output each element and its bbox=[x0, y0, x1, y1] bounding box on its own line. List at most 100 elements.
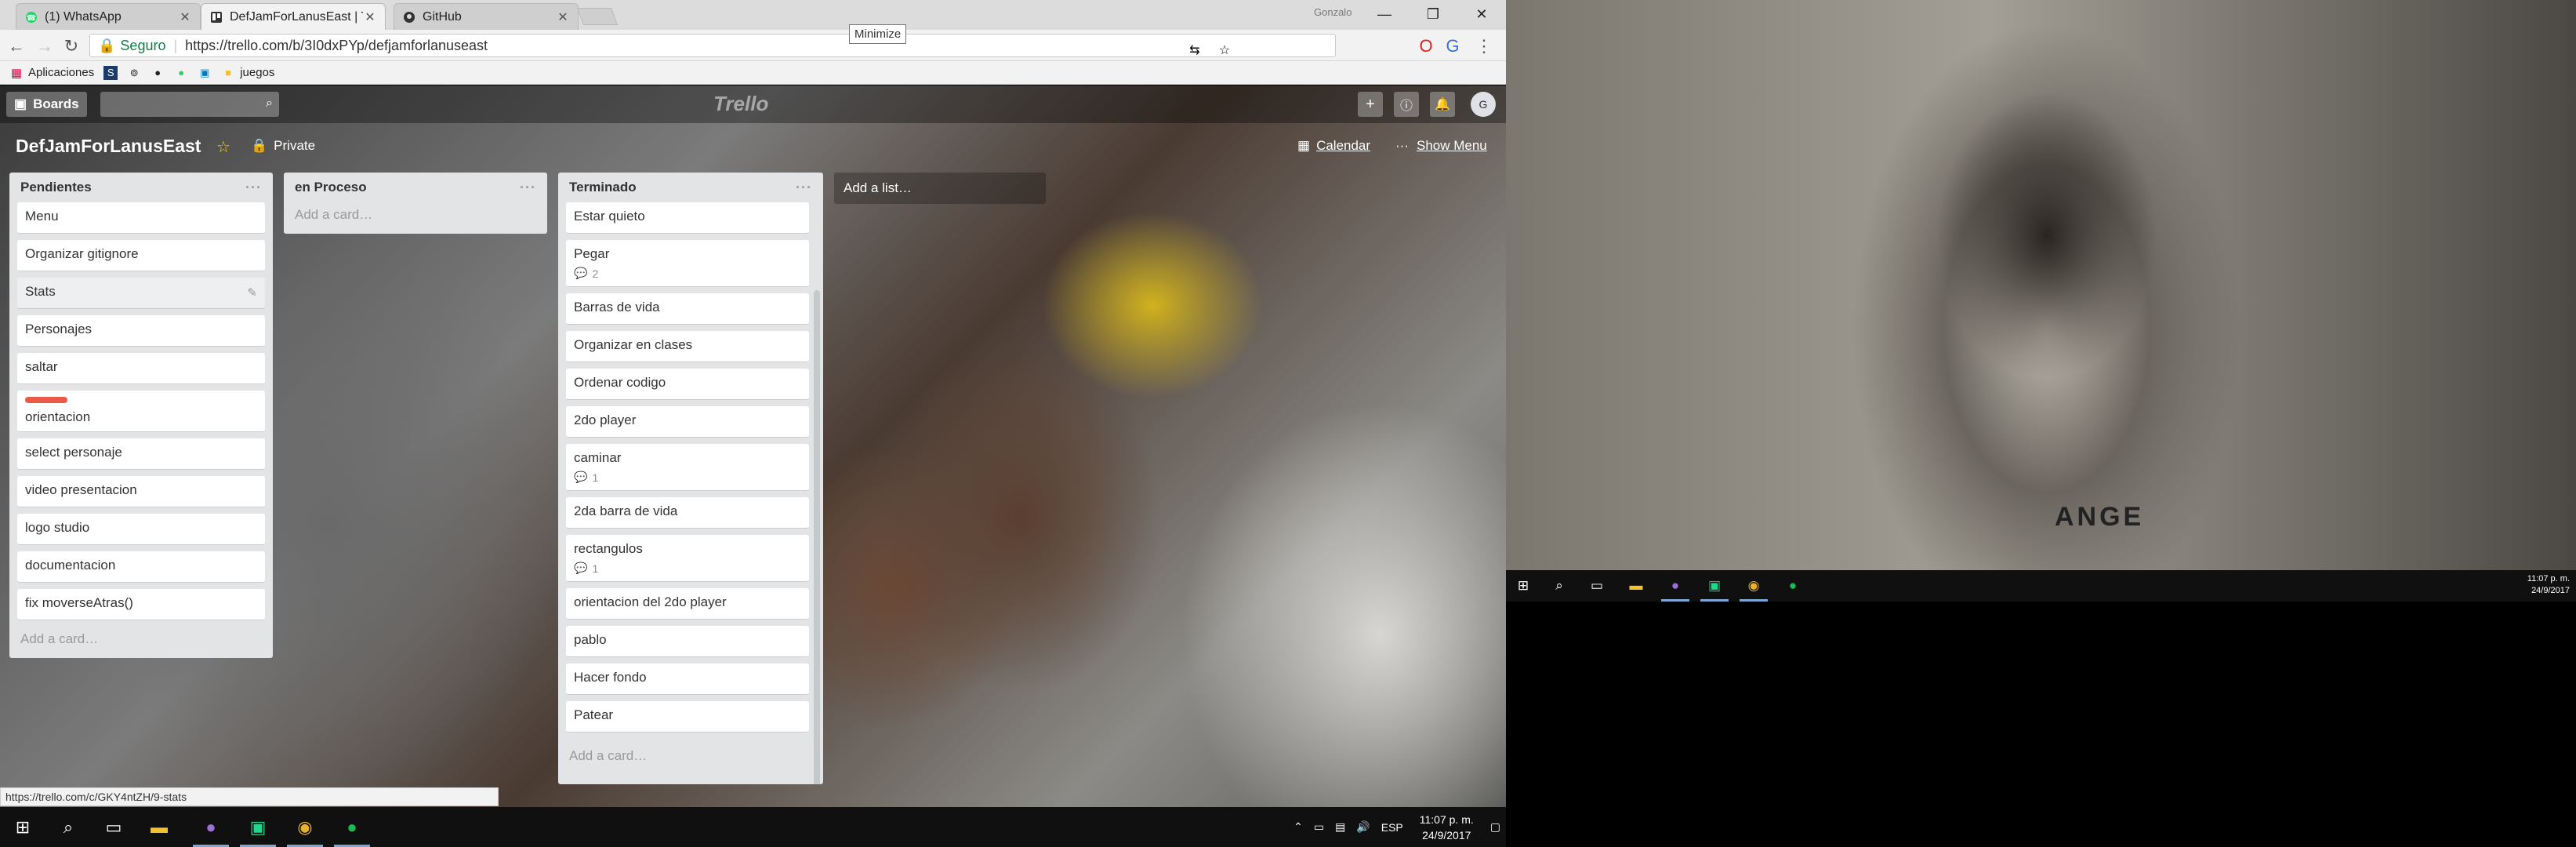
add-list-button[interactable]: Add a list… bbox=[834, 173, 1046, 204]
bookmark-github[interactable]: ● bbox=[151, 66, 165, 80]
board-title[interactable]: DefJamForLanusEast bbox=[16, 136, 201, 157]
list-title[interactable]: en Proceso bbox=[295, 180, 367, 195]
tab-trello[interactable]: DefJamForLanusEast | Tr ✕ bbox=[201, 3, 386, 30]
profile-name[interactable]: Gonzalo bbox=[1314, 6, 1351, 18]
tab-whatsapp[interactable]: ☎ (1) WhatsApp ✕ bbox=[16, 3, 201, 30]
restore-button[interactable]: ❐ bbox=[1409, 0, 1457, 28]
edit-pencil-icon[interactable]: ✎ bbox=[247, 285, 257, 300]
bookmark-whatsapp[interactable]: ● bbox=[174, 66, 188, 80]
card[interactable]: documentacion bbox=[17, 551, 265, 583]
bookmark-apps[interactable]: ▦ Aplicaciones bbox=[9, 66, 94, 80]
bookmark-item[interactable]: S bbox=[103, 65, 118, 80]
tab-github[interactable]: GitHub ✕ bbox=[394, 3, 579, 30]
card[interactable]: logo studio bbox=[17, 514, 265, 545]
add-card-link[interactable]: Add a card… bbox=[17, 627, 265, 652]
card[interactable]: select personaje bbox=[17, 438, 265, 470]
pycharm-icon[interactable]: ▣ bbox=[1697, 570, 1732, 602]
forward-arrow-icon[interactable]: → bbox=[34, 36, 55, 56]
secondary-clock[interactable]: 11:07 p. m. 24/9/2017 bbox=[2527, 573, 2570, 597]
task-view-icon[interactable]: ▭ bbox=[91, 807, 136, 847]
card[interactable]: Organizar gitignore bbox=[17, 240, 265, 271]
minimize-button[interactable]: — bbox=[1360, 0, 1409, 28]
translate-extension-icon[interactable]: G bbox=[1442, 36, 1463, 56]
spotify-icon[interactable]: ● bbox=[329, 807, 375, 847]
card[interactable]: Pegar 💬 2 bbox=[566, 240, 809, 287]
chrome-icon[interactable]: ◉ bbox=[1736, 570, 1771, 602]
card[interactable]: Personajes bbox=[17, 315, 265, 347]
pycharm-icon[interactable]: ▣ bbox=[235, 807, 281, 847]
opera-extension-icon[interactable]: O bbox=[1416, 36, 1436, 56]
chevron-up-icon[interactable]: ⌃ bbox=[1293, 820, 1303, 834]
clock[interactable]: 11:07 p. m. 24/9/2017 bbox=[1420, 812, 1474, 843]
network-icon[interactable]: ▤ bbox=[1335, 820, 1345, 834]
add-button[interactable]: + bbox=[1358, 92, 1383, 117]
avatar[interactable]: G bbox=[1471, 92, 1496, 117]
close-tab-icon[interactable]: ✕ bbox=[363, 9, 377, 25]
card[interactable]: Estar quieto bbox=[566, 202, 809, 234]
card[interactable]: 2da barra de vida bbox=[566, 497, 809, 529]
battery-icon[interactable]: ▭ bbox=[1314, 820, 1324, 834]
privacy-button[interactable]: 🔒 Private bbox=[251, 138, 315, 154]
list-scrollbar[interactable] bbox=[814, 290, 820, 784]
card[interactable]: Stats ✎ bbox=[17, 278, 265, 309]
windows-start-icon[interactable]: ⊞ bbox=[1506, 570, 1540, 602]
volume-icon[interactable]: 🔊 bbox=[1356, 820, 1370, 834]
card[interactable]: Patear bbox=[566, 701, 809, 732]
card[interactable]: Ordenar codigo bbox=[566, 369, 809, 400]
bookmark-folder-juegos[interactable]: ■ juegos bbox=[221, 66, 274, 80]
task-view-icon[interactable]: ▭ bbox=[1580, 570, 1614, 602]
notification-icon[interactable]: ▢ bbox=[1490, 820, 1500, 834]
add-card-link[interactable]: Add a card… bbox=[292, 202, 539, 227]
card[interactable]: fix moverseAtras() bbox=[17, 589, 265, 620]
info-icon[interactable]: ⓘ bbox=[1394, 92, 1419, 117]
bell-icon[interactable]: 🔔 bbox=[1430, 92, 1455, 117]
board-search-input[interactable]: ⌕ bbox=[100, 92, 279, 117]
boards-button[interactable]: ▣ Boards bbox=[6, 92, 87, 117]
file-explorer-icon[interactable]: ▬ bbox=[1619, 570, 1653, 602]
card[interactable]: Organizar en clases bbox=[566, 331, 809, 362]
github-desktop-icon[interactable]: ● bbox=[1658, 570, 1693, 602]
star-icon[interactable]: ☆ bbox=[216, 137, 230, 157]
menu-kebab-icon[interactable]: ⋮ bbox=[1474, 36, 1494, 56]
search-icon[interactable]: ⌕ bbox=[1542, 570, 1576, 602]
back-arrow-icon[interactable]: ← bbox=[6, 36, 27, 56]
star-bookmark-icon[interactable]: ☆ bbox=[1216, 42, 1233, 59]
spotify-icon[interactable]: ● bbox=[1776, 570, 1810, 602]
reload-icon[interactable]: ↻ bbox=[61, 36, 82, 56]
bookmark-item[interactable]: ⊚ bbox=[127, 66, 141, 80]
bookmark-trello[interactable]: ▣ bbox=[198, 66, 212, 80]
card[interactable]: saltar bbox=[17, 353, 265, 384]
chrome-icon[interactable]: ◉ bbox=[282, 807, 328, 847]
translate-icon[interactable]: ⇆ bbox=[1186, 42, 1203, 59]
card[interactable]: 2do player bbox=[566, 406, 809, 438]
card[interactable]: Hacer fondo bbox=[566, 663, 809, 695]
card[interactable]: Menu bbox=[17, 202, 265, 234]
list-menu-icon[interactable]: ··· bbox=[796, 180, 812, 196]
language-indicator[interactable]: ESP bbox=[1381, 821, 1403, 834]
card[interactable]: pablo bbox=[566, 626, 809, 657]
close-window-button[interactable]: ✕ bbox=[1457, 0, 1506, 28]
trello-logo[interactable]: Trello bbox=[713, 92, 768, 116]
card[interactable]: Barras de vida bbox=[566, 293, 809, 325]
github-desktop-icon[interactable]: ● bbox=[188, 807, 234, 847]
card[interactable]: caminar 💬 1 bbox=[566, 444, 809, 491]
windows-start-icon[interactable]: ⊞ bbox=[0, 807, 45, 847]
close-tab-icon[interactable]: ✕ bbox=[556, 9, 570, 25]
add-card-link[interactable]: Add a card… bbox=[566, 743, 815, 769]
new-tab-button[interactable] bbox=[576, 8, 619, 25]
card[interactable]: rectangulos 💬 1 bbox=[566, 535, 809, 582]
file-explorer-icon[interactable]: ▬ bbox=[136, 807, 182, 847]
address-bar[interactable]: 🔒 Seguro | https://trello.com/b/3I0dxPYp… bbox=[89, 34, 1336, 57]
close-tab-icon[interactable]: ✕ bbox=[178, 9, 192, 25]
secure-indicator[interactable]: 🔒 Seguro bbox=[98, 38, 165, 54]
show-menu-button[interactable]: ··· Show Menu bbox=[1395, 138, 1487, 154]
list-menu-icon[interactable]: ··· bbox=[520, 180, 536, 196]
search-icon[interactable]: ⌕ bbox=[45, 807, 91, 847]
list-menu-icon[interactable]: ··· bbox=[245, 180, 262, 196]
card[interactable]: orientacion bbox=[17, 391, 265, 432]
calendar-button[interactable]: ▦ Calendar bbox=[1297, 138, 1370, 154]
card[interactable]: orientacion del 2do player bbox=[566, 588, 809, 620]
list-title[interactable]: Terminado bbox=[569, 180, 637, 195]
list-title[interactable]: Pendientes bbox=[20, 180, 92, 195]
card[interactable]: video presentacion bbox=[17, 476, 265, 507]
